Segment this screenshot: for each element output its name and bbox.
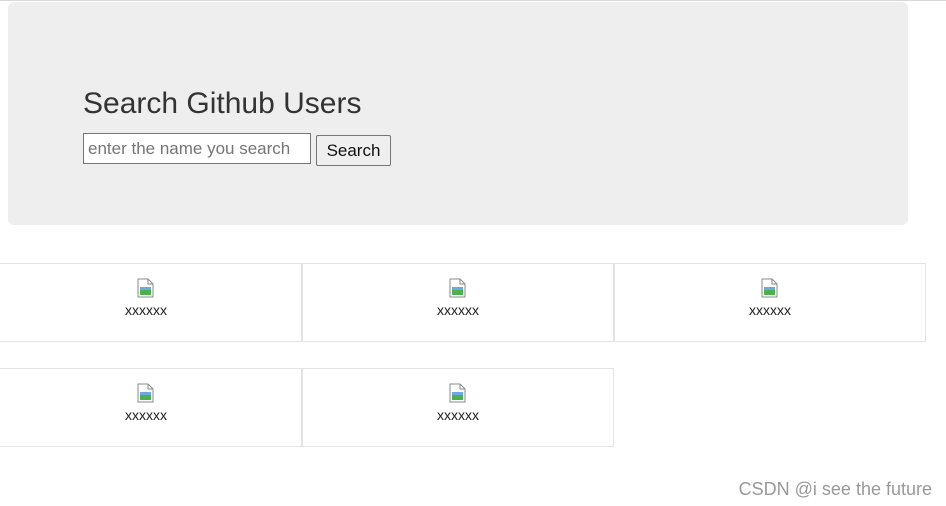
user-login-name: xxxxxx [437,302,479,318]
user-card[interactable]: xxxxxx [614,263,926,342]
broken-image-icon [449,383,466,403]
user-card[interactable]: xxxxxx [302,263,614,342]
search-input[interactable] [83,133,311,164]
broken-image-icon [761,278,778,298]
page-title: Search Github Users [83,87,362,120]
search-header: Search Github Users Search [8,2,908,225]
user-login-name: xxxxxx [437,407,479,423]
user-login-name: xxxxxx [125,302,167,318]
user-card[interactable]: xxxxxx [302,368,614,447]
broken-image-icon [137,278,154,298]
top-divider [0,0,946,1]
broken-image-icon [137,383,154,403]
csdn-watermark: CSDN @i see the future [738,479,932,499]
user-login-name: xxxxxx [125,407,167,423]
user-card[interactable]: xxxxxx [0,368,302,447]
user-login-name: xxxxxx [749,302,791,318]
broken-image-icon [449,278,466,298]
search-button[interactable]: Search [316,135,391,166]
user-card[interactable]: xxxxxx [0,263,302,342]
